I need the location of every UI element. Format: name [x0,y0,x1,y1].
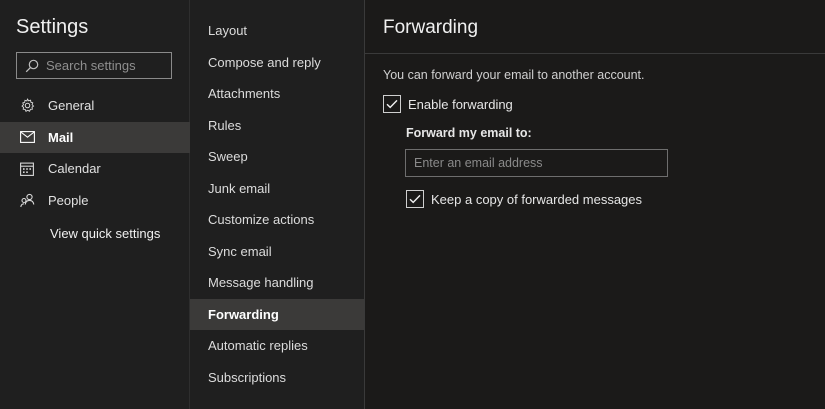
checkmark-icon [386,99,398,109]
panel-divider [365,53,825,54]
forwarding-panel: Forwarding You can forward your email to… [365,0,825,409]
sub-nav-sweep[interactable]: Sweep [190,141,364,173]
search-icon [25,59,39,72]
forward-email-label: Forward my email to: [406,126,532,140]
nav-item-calendar[interactable]: Calendar [0,153,190,185]
sub-nav-automatic-replies[interactable]: Automatic replies [190,330,364,362]
search-input[interactable] [46,58,164,73]
keep-copy-checkmark[interactable] [406,190,424,208]
mail-icon [19,129,35,145]
enable-forwarding-checkbox[interactable]: Enable forwarding [383,95,513,113]
view-quick-settings-link[interactable]: View quick settings [50,226,160,241]
checkmark-icon [409,194,421,204]
nav-item-label: Mail [48,129,74,145]
people-icon [19,192,35,208]
sub-nav-sync-email[interactable]: Sync email [190,236,364,268]
sub-nav-rules[interactable]: Rules [190,110,364,142]
sub-nav-attachments[interactable]: Attachments [190,78,364,110]
sub-nav-layout[interactable]: Layout [190,15,364,47]
panel-title: Forwarding [383,17,479,38]
nav-item-label: People [48,192,89,208]
keep-copy-checkbox[interactable]: Keep a copy of forwarded messages [406,190,642,208]
settings-nav: General Mail Calendar People [0,90,190,216]
search-box[interactable] [16,52,172,79]
gear-icon [19,98,35,114]
nav-item-people[interactable]: People [0,185,190,217]
forward-email-input[interactable] [405,149,668,177]
enable-forwarding-label: Enable forwarding [408,96,513,112]
forwarding-description: You can forward your email to another ac… [383,68,645,82]
sub-nav-compose-and-reply[interactable]: Compose and reply [190,47,364,79]
nav-item-general[interactable]: General [0,90,190,122]
nav-item-mail[interactable]: Mail [0,121,190,153]
keep-copy-label: Keep a copy of forwarded messages [431,191,643,207]
sub-nav-subscriptions[interactable]: Subscriptions [190,362,364,394]
nav-item-label: Calendar [48,161,101,177]
sub-nav-customize-actions[interactable]: Customize actions [190,204,364,236]
calendar-icon [19,161,35,177]
sub-nav-message-handling[interactable]: Message handling [190,267,364,299]
sub-nav-junk-email[interactable]: Junk email [190,173,364,205]
settings-title: Settings [16,16,89,38]
enable-forwarding-checkmark[interactable] [383,95,401,113]
sub-nav-forwarding[interactable]: Forwarding [190,298,364,330]
settings-sidebar: Settings General Mail [0,0,190,409]
nav-item-label: General [48,98,95,114]
mail-settings-nav: Layout Compose and reply Attachments Rul… [190,0,365,409]
